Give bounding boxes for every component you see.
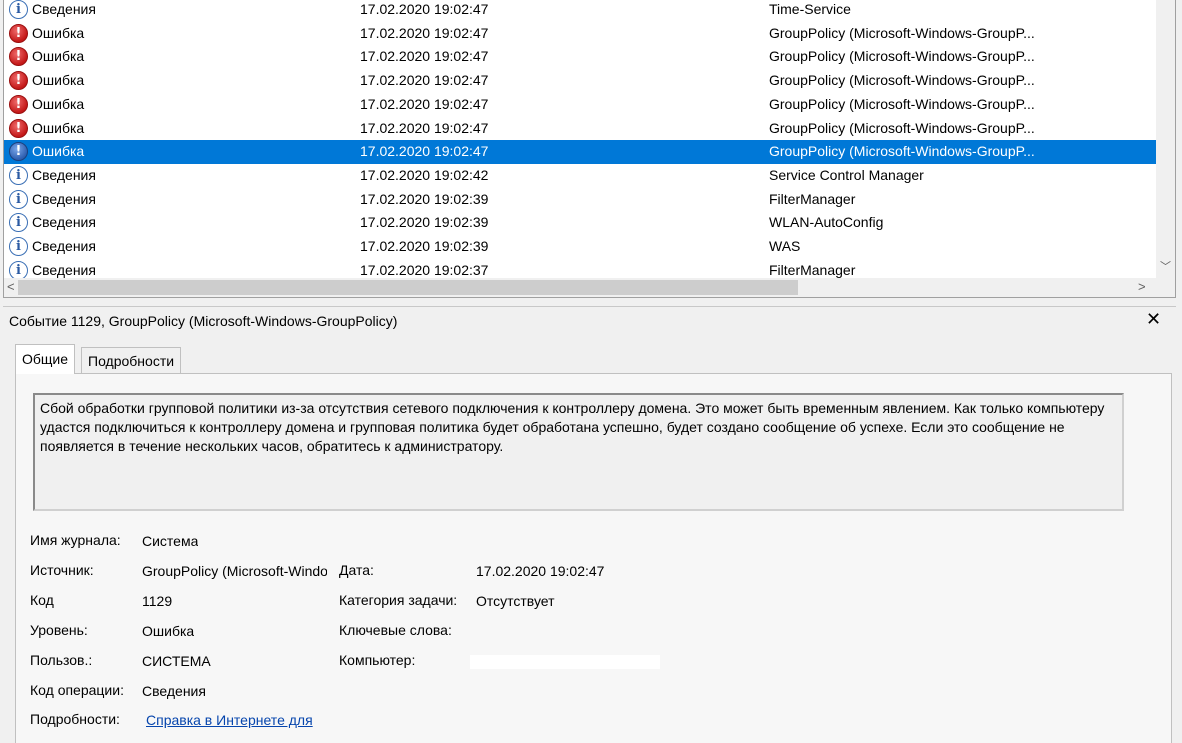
event-source: WAS [769, 238, 801, 254]
event-date: 17.02.2020 19:02:39 [360, 238, 489, 254]
event-row[interactable]: ! Ошибка 17.02.2020 19:02:47 GroupPolicy (M… [4, 22, 1156, 46]
close-icon[interactable]: ✕ [1146, 309, 1161, 330]
level-value: Ошибка [142, 623, 195, 639]
event-level: Ошибка [32, 95, 85, 112]
event-row[interactable]: i Сведения 17.02.2020 19:02:39 FilterManage… [4, 188, 1156, 212]
computer-label: Компьютер: [339, 652, 416, 668]
computer-value-redacted [470, 655, 660, 669]
opcode-label: Код операции: [30, 682, 124, 698]
event-source: FilterManager [769, 261, 856, 278]
date-label: Дата: [339, 562, 374, 578]
tab-general[interactable]: Общие [15, 344, 76, 374]
source-label: Источник: [30, 562, 94, 578]
event-row[interactable]: i Сведения 17.02.2020 19:02:37 FilterManage… [4, 259, 1156, 278]
error-icon: ! [9, 71, 28, 91]
event-source: GroupPolicy (Microsoft-Windows-GroupP... [769, 143, 1035, 160]
event-level: Сведения [32, 190, 96, 207]
keywords-label: Ключевые слова: [339, 622, 452, 638]
event-row[interactable]: ! Ошибка 17.02.2020 19:02:47 GroupPolicy (M… [4, 69, 1156, 93]
event-source: WLAN-AutoConfig [769, 214, 884, 231]
event-description[interactable]: Сбой обработки групповой политики из-за … [33, 393, 1124, 511]
event-level: Ошибка [32, 143, 85, 160]
source-value: GroupPolicy (Microsoft-Windows-GroupPoli… [142, 563, 327, 579]
detail-title: Событие 1129, GroupPolicy (Microsoft-Win… [9, 313, 398, 329]
event-rows: i Сведения 17.02.2020 19:02:47 Time-Service… [4, 0, 1156, 278]
event-level: Сведения [32, 1, 96, 17]
event-source: GroupPolicy (Microsoft-Windows-GroupP... [769, 24, 1035, 41]
online-help-link[interactable]: Справка в Интернете для [146, 712, 313, 728]
event-date: 17.02.2020 19:02:47 [360, 72, 489, 89]
code-label: Код [30, 592, 54, 608]
event-level: Ошибка [32, 48, 85, 65]
level-label: Уровень: [30, 622, 88, 638]
scroll-right-icon[interactable]: > [1138, 279, 1146, 294]
info-icon: i [9, 0, 28, 19]
horizontal-scrollbar[interactable]: < > [4, 278, 1175, 297]
info-icon: i [9, 237, 28, 256]
event-date: 17.02.2020 19:02:42 [360, 166, 489, 183]
event-date: 17.02.2020 19:02:47 [360, 1, 489, 17]
event-source: GroupPolicy (Microsoft-Windows-GroupP... [769, 95, 1035, 112]
scroll-down-icon[interactable]: ﹀ [1160, 258, 1171, 274]
user-label: Пользов.: [30, 652, 93, 668]
event-row[interactable]: ! Ошибка 17.02.2020 19:02:47 GroupPolicy (M… [4, 93, 1156, 117]
log-name-value: Система [142, 533, 199, 549]
event-level: Сведения [32, 261, 96, 278]
event-source: FilterManager [769, 190, 856, 207]
event-date: 17.02.2020 19:02:47 [360, 48, 489, 65]
event-source: GroupPolicy (Microsoft-Windows-GroupP... [769, 72, 1035, 89]
error-icon: ! [9, 47, 28, 67]
info-icon: i [9, 260, 28, 278]
tab-details[interactable]: Подробности [81, 347, 182, 374]
info-icon: i [9, 213, 28, 233]
scroll-left-icon[interactable]: < [7, 279, 15, 294]
event-date: 17.02.2020 19:02:47 [360, 119, 489, 136]
event-detail-panel: Событие 1129, GroupPolicy (Microsoft-Win… [3, 306, 1176, 743]
opcode-value: Сведения [142, 683, 206, 699]
task-category-value: Отсутствует [476, 593, 555, 609]
scroll-thumb[interactable] [18, 280, 798, 295]
info-icon: i [9, 165, 28, 185]
event-row[interactable]: ! Ошибка 17.02.2020 19:02:47 GroupPolicy (M… [4, 45, 1156, 69]
log-name-label: Имя журнала: [30, 532, 121, 548]
event-level: Сведения [32, 214, 96, 231]
event-row[interactable]: i Сведения 17.02.2020 19:02:42 Service Cont… [4, 164, 1156, 188]
event-level: Сведения [32, 238, 96, 254]
event-row[interactable]: ! Ошибка 17.02.2020 19:02:47 GroupPolicy (M… [4, 140, 1156, 164]
date-value: 17.02.2020 19:02:47 [476, 563, 605, 579]
info-icon: i [9, 189, 28, 209]
event-date: 17.02.2020 19:02:47 [360, 95, 489, 112]
event-date: 17.02.2020 19:02:39 [360, 190, 489, 207]
code-value: 1129 [142, 593, 173, 609]
event-source: GroupPolicy (Microsoft-Windows-GroupP... [769, 48, 1035, 65]
event-source: Time-Service [769, 1, 851, 17]
event-level: Ошибка [32, 119, 85, 136]
event-row[interactable]: i Сведения 17.02.2020 19:02:39 WAS [4, 235, 1156, 259]
event-date: 17.02.2020 19:02:37 [360, 261, 489, 278]
user-value: СИСТЕМА [142, 653, 211, 669]
event-row[interactable]: i Сведения 17.02.2020 19:02:47 Time-Service [4, 0, 1156, 22]
more-info-label: Подробности: [30, 711, 120, 727]
error-icon: ! [9, 94, 28, 114]
event-row[interactable]: i Сведения 17.02.2020 19:02:39 WLAN-AutoCon… [4, 211, 1156, 235]
task-category-label: Категория задачи: [339, 592, 458, 608]
event-date: 17.02.2020 19:02:39 [360, 214, 489, 231]
event-list: i Сведения 17.02.2020 19:02:47 Time-Service… [3, 0, 1176, 298]
error-icon: ! [9, 23, 28, 43]
event-date: 17.02.2020 19:02:47 [360, 24, 489, 41]
event-source: Service Control Manager [769, 166, 924, 183]
event-row[interactable]: ! Ошибка 17.02.2020 19:02:47 GroupPolicy (M… [4, 117, 1156, 141]
error-icon: ! [9, 118, 28, 138]
event-level: Ошибка [32, 72, 85, 89]
event-source: GroupPolicy (Microsoft-Windows-GroupP... [769, 119, 1035, 136]
vertical-scrollbar[interactable]: ﹀ [1156, 0, 1175, 278]
error-icon: ! [9, 142, 28, 162]
event-level: Сведения [32, 166, 96, 183]
event-date: 17.02.2020 19:02:47 [360, 143, 489, 160]
event-level: Ошибка [32, 24, 85, 41]
